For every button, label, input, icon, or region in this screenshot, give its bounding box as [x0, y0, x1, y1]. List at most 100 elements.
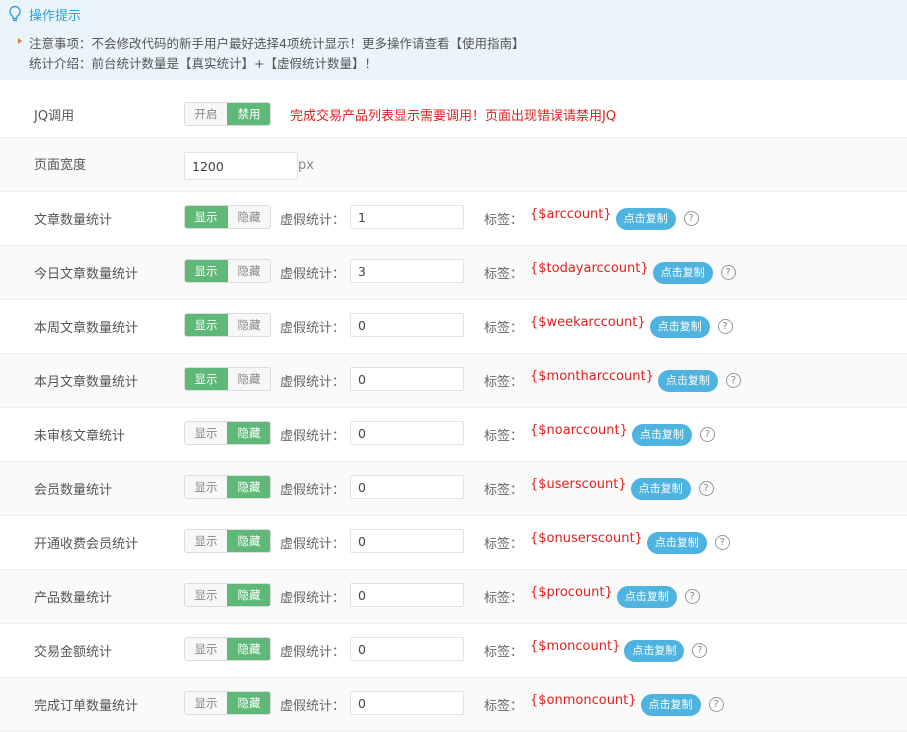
stat-visibility-toggle[interactable]: 显示 隐藏: [184, 583, 271, 607]
fake-count-input[interactable]: [350, 475, 464, 499]
stat-row: 交易金额统计 显示隐藏虚假统计： 标签： {$moncount}点击复制?: [0, 624, 907, 678]
stat-row: 本周文章数量统计 显示隐藏虚假统计： 标签： {$weekarccount}点击复制?: [0, 300, 907, 354]
width-label: 页面宽度: [34, 158, 87, 173]
fake-count-input[interactable]: [350, 421, 464, 445]
hide-option[interactable]: 隐藏: [227, 638, 270, 660]
copy-button[interactable]: 点击复制: [630, 478, 691, 500]
fake-count-label: 虚假统计：: [280, 537, 346, 552]
hide-option[interactable]: 隐藏: [227, 476, 270, 498]
tag-code: {$procount}: [530, 585, 613, 600]
stat-label: 开通收费会员统计: [34, 537, 139, 552]
copy-button[interactable]: 点击复制: [657, 370, 718, 392]
stat-visibility-toggle[interactable]: 显示 隐藏: [184, 367, 271, 391]
jq-note: 完成交易产品列表显示需要调用！页面出现错误请禁用JQ: [290, 109, 617, 124]
stat-label: 今日文章数量统计: [34, 267, 139, 282]
width-input[interactable]: [184, 152, 298, 180]
help-icon[interactable]: ?: [720, 265, 736, 280]
tag-code: {$weekarccount}: [530, 315, 646, 330]
fake-count-input[interactable]: [350, 529, 464, 553]
fake-count-label: 虚假统计：: [280, 483, 346, 498]
stat-visibility-toggle[interactable]: 显示 隐藏: [184, 259, 271, 283]
copy-button[interactable]: 点击复制: [624, 640, 685, 662]
show-option[interactable]: 显示: [185, 530, 227, 552]
fake-count-input[interactable]: [350, 691, 464, 715]
jq-toggle[interactable]: 开启 禁用: [184, 102, 271, 126]
help-icon[interactable]: ?: [683, 211, 699, 226]
fake-count-input[interactable]: [350, 637, 464, 661]
copy-button[interactable]: 点击复制: [640, 694, 701, 716]
stat-label: 本周文章数量统计: [34, 321, 139, 336]
show-option[interactable]: 显示: [185, 638, 227, 660]
tag-label: 标签：: [484, 375, 524, 390]
show-option[interactable]: 显示: [185, 260, 227, 282]
stat-label: 完成订单数量统计: [34, 699, 139, 714]
tag-code: {$todayarccount}: [530, 261, 649, 276]
show-option[interactable]: 显示: [185, 368, 227, 390]
fake-count-input[interactable]: [350, 313, 464, 337]
hide-option[interactable]: 隐藏: [227, 692, 270, 714]
tag-label: 标签：: [484, 267, 524, 282]
hide-option[interactable]: 隐藏: [227, 260, 270, 282]
fake-count-label: 虚假统计：: [280, 375, 346, 390]
stat-label: 交易金额统计: [34, 645, 113, 660]
tag-label: 标签：: [484, 591, 524, 606]
help-icon[interactable]: ?: [714, 535, 730, 550]
copy-button[interactable]: 点击复制: [649, 316, 710, 338]
stat-visibility-toggle[interactable]: 显示 隐藏: [184, 691, 271, 715]
help-icon[interactable]: ?: [717, 319, 733, 334]
stat-row: 本月文章数量统计 显示隐藏虚假统计： 标签： {$montharccount}点击复制…: [0, 354, 907, 408]
tag-code: {$moncount}: [530, 639, 621, 654]
copy-button[interactable]: 点击复制: [631, 424, 692, 446]
tag-label: 标签：: [484, 537, 524, 552]
fake-count-input[interactable]: [350, 583, 464, 607]
stat-label: 会员数量统计: [34, 483, 113, 498]
fake-count-input[interactable]: [350, 205, 464, 229]
stat-row: 未审核文章统计 显示隐藏虚假统计： 标签： {$noarccount}点击复制?: [0, 408, 907, 462]
copy-button[interactable]: 点击复制: [652, 262, 713, 284]
stat-visibility-toggle[interactable]: 显示 隐藏: [184, 205, 271, 229]
tip-notice: 注意事项：不会修改代码的新手用户最好选择4项统计显示！更多操作请查看【使用指南】: [29, 36, 525, 51]
show-option[interactable]: 显示: [185, 422, 227, 444]
stat-visibility-toggle[interactable]: 显示 隐藏: [184, 421, 271, 445]
show-option[interactable]: 显示: [185, 692, 227, 714]
hide-option[interactable]: 隐藏: [227, 422, 270, 444]
tag-code: {$onuserscount}: [530, 531, 643, 546]
copy-button[interactable]: 点击复制: [646, 532, 707, 554]
copy-button[interactable]: 点击复制: [616, 586, 677, 608]
copy-button[interactable]: 点击复制: [615, 208, 676, 230]
help-icon[interactable]: ?: [698, 481, 714, 496]
stat-row: 开通收费会员统计 显示隐藏虚假统计： 标签： {$onuserscount}点击复制?: [0, 516, 907, 570]
tag-code: {$userscount}: [530, 477, 627, 492]
bullet-arrow-icon: [18, 38, 22, 44]
show-option[interactable]: 显示: [185, 476, 227, 498]
help-icon[interactable]: ?: [699, 427, 715, 442]
help-icon[interactable]: ?: [692, 643, 708, 658]
help-icon[interactable]: ?: [725, 373, 741, 388]
jq-disable-option[interactable]: 禁用: [227, 103, 270, 125]
tag-label: 标签：: [484, 645, 524, 660]
jq-enable-option[interactable]: 开启: [185, 103, 227, 125]
fake-count-input[interactable]: [350, 259, 464, 283]
stat-visibility-toggle[interactable]: 显示 隐藏: [184, 313, 271, 337]
help-icon[interactable]: ?: [684, 589, 700, 604]
stat-row: 完成订单数量统计 显示隐藏虚假统计： 标签： {$onmoncount}点击复制?: [0, 678, 907, 732]
fake-count-input[interactable]: [350, 367, 464, 391]
stat-visibility-toggle[interactable]: 显示 隐藏: [184, 529, 271, 553]
hide-option[interactable]: 隐藏: [227, 368, 270, 390]
show-option[interactable]: 显示: [185, 206, 227, 228]
fake-count-label: 虚假统计：: [280, 321, 346, 336]
stat-label: 文章数量统计: [34, 213, 113, 228]
hide-option[interactable]: 隐藏: [227, 314, 270, 336]
tag-code: {$noarccount}: [530, 423, 628, 438]
hide-option[interactable]: 隐藏: [227, 206, 270, 228]
help-icon[interactable]: ?: [708, 697, 724, 712]
hide-option[interactable]: 隐藏: [227, 584, 270, 606]
stat-visibility-toggle[interactable]: 显示 隐藏: [184, 475, 271, 499]
stat-label: 本月文章数量统计: [34, 375, 139, 390]
fake-count-label: 虚假统计：: [280, 213, 346, 228]
tag-label: 标签：: [484, 321, 524, 336]
show-option[interactable]: 显示: [185, 314, 227, 336]
hide-option[interactable]: 隐藏: [227, 530, 270, 552]
show-option[interactable]: 显示: [185, 584, 227, 606]
stat-visibility-toggle[interactable]: 显示 隐藏: [184, 637, 271, 661]
